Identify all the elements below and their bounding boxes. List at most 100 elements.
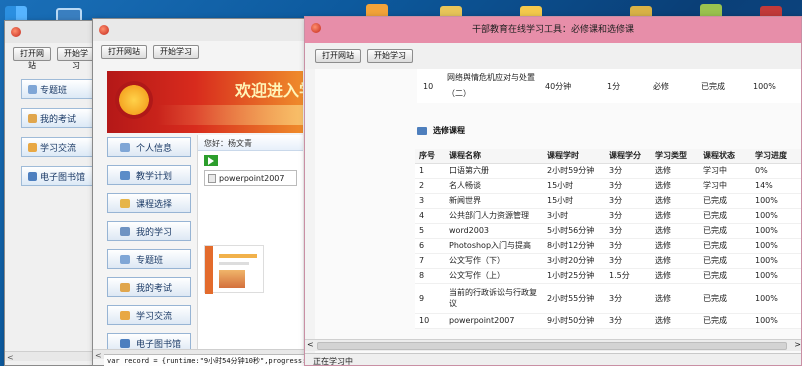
table-cell: 选修: [651, 313, 699, 329]
table-row[interactable]: 6 Photoshop入门与提高 8小时12分钟 3分 选修 已完成 100%: [415, 238, 801, 254]
start-learning-button[interactable]: 开始学习: [57, 47, 95, 70]
table-row[interactable]: 9 当前的行政诉讼与行政复议 2小时55分钟 3分 选修 已完成 100%: [415, 283, 801, 314]
left-gutter: [305, 69, 315, 353]
table-cell: 15小时: [543, 193, 605, 209]
table-cell: 1: [415, 163, 445, 179]
table-cell: 公文写作（下）: [445, 253, 543, 269]
table-cell: 学习中: [699, 163, 751, 179]
table-cell: 已完成: [699, 268, 751, 284]
table-cell: 3分: [605, 238, 651, 254]
table-cell: 选修: [651, 268, 699, 284]
menu-item-course-selection[interactable]: 课程选择: [107, 193, 191, 213]
table-cell: 9小时50分钟: [543, 313, 605, 329]
folder-icon: [120, 311, 130, 320]
library-icon: [120, 339, 130, 348]
table-row[interactable]: 1 口语第六册 2小时59分钟 3分 选修 学习中 0%: [415, 163, 801, 179]
course-type: 必修: [653, 81, 669, 91]
table-cell: word2003: [445, 223, 543, 239]
table-cell: 选修: [651, 208, 699, 224]
menu-item-personal-info[interactable]: 个人信息: [107, 137, 191, 157]
open-website-button[interactable]: 打开网站: [315, 49, 361, 63]
learning-tool-window-main[interactable]: 干部教育在线学习工具：必修课和选修课 打开网站 开始学习 10 网络舆情危机应对…: [304, 16, 802, 366]
current-course-item[interactable]: powerpoint2007: [204, 170, 297, 186]
table-cell: 选修: [651, 253, 699, 269]
table-row[interactable]: 10 powerpoint2007 9小时50分钟 3分 选修 已完成 100%: [415, 313, 801, 329]
menu-item-my-exams[interactable]: 我的考试: [107, 277, 191, 297]
menu-item-study-exchange[interactable]: 学习交流: [107, 305, 191, 325]
table-row[interactable]: 3 新闻世界 15小时 3分 选修 已完成 100%: [415, 193, 801, 209]
start-learning-button[interactable]: 开始学习: [153, 45, 199, 59]
table-row[interactable]: 5 word2003 5小时56分钟 3分 选修 已完成 100%: [415, 223, 801, 239]
table-row[interactable]: 4 公共部门人力资源管理 3小时 3分 选修 已完成 100%: [415, 208, 801, 224]
table-cell: 3分: [605, 163, 651, 179]
table-cell: 公共部门人力资源管理: [445, 208, 543, 224]
table-cell: 14%: [751, 178, 801, 194]
course-hours: 40分钟: [545, 81, 572, 91]
table-cell: 1.5分: [605, 268, 651, 284]
column-header: 学习进度: [751, 149, 801, 164]
table-cell: 100%: [751, 268, 801, 284]
table-row[interactable]: 2 名人畅谈 15小时 3分 选修 学习中 14%: [415, 178, 801, 194]
scroll-left-icon[interactable]: <: [7, 353, 14, 362]
start-learning-button[interactable]: 开始学习: [367, 49, 413, 63]
content-pane: 您好：杨文青 powerpoint2007: [197, 135, 303, 355]
section-title-text: 选修课程: [433, 126, 465, 135]
scroll-left-icon[interactable]: <: [95, 351, 102, 360]
horizontal-scrollbar[interactable]: <: [5, 351, 103, 362]
table-cell: 3: [415, 193, 445, 209]
arrow-right-icon[interactable]: [204, 155, 218, 166]
row-number: 10: [423, 81, 434, 91]
menu-item-my-learning[interactable]: 我的学习: [107, 221, 191, 241]
table-cell: 100%: [751, 208, 801, 224]
table-cell: 已完成: [699, 193, 751, 209]
column-header: 课程学时: [543, 149, 605, 164]
menu-item-label: 个人信息: [136, 143, 173, 154]
scrollbar-thumb[interactable]: [317, 342, 787, 350]
table-cell: 7: [415, 253, 445, 269]
menu-item-label: 我的考试: [136, 283, 173, 294]
table-cell: 100%: [751, 253, 801, 269]
id-card-icon: [120, 143, 130, 152]
open-website-button[interactable]: 打开网站: [13, 47, 51, 70]
menu-item-teaching-plan[interactable]: 教学计划: [107, 165, 191, 185]
title-bar[interactable]: [93, 19, 305, 41]
title-bar[interactable]: 干部教育在线学习工具：必修课和选修课: [305, 17, 801, 43]
learning-tool-window-middle[interactable]: 打开网站 开始学习 欢迎进入学 个人信息 教学计划 课程选择 我的学习 专题班 …: [92, 18, 306, 366]
open-website-button[interactable]: 打开网站: [101, 45, 147, 59]
graduation-icon: [120, 255, 130, 264]
book-icon: [120, 171, 130, 180]
horizontal-scrollbar[interactable]: < >: [305, 339, 801, 351]
table-cell: 学习中: [699, 178, 751, 194]
table-cell: 已完成: [699, 238, 751, 254]
toolbar: 打开网站 开始学习: [5, 43, 103, 70]
sidebar-item-label: 学习交流: [40, 143, 77, 154]
app-logo-icon: [99, 25, 109, 35]
table-cell: 当前的行政诉讼与行政复议: [445, 283, 543, 314]
table-cell: 已完成: [699, 208, 751, 224]
table-cell: 选修: [651, 193, 699, 209]
table-cell: 3分: [605, 313, 651, 329]
toolbar: 打开网站 开始学习: [305, 43, 801, 69]
table-cell: 100%: [751, 238, 801, 254]
menu-item-label: 专题班: [136, 255, 164, 266]
course-progress: 100%: [753, 81, 776, 91]
table-cell: 100%: [751, 193, 801, 209]
table-row[interactable]: 7 公文写作（下） 3小时20分钟 3分 选修 已完成 100%: [415, 253, 801, 269]
learning-tool-window-left[interactable]: 打开网站 开始学习 专题班 我的考试 学习交流 电子图书馆 <: [4, 20, 104, 366]
menu-item-special-class[interactable]: 专题班: [107, 249, 191, 269]
title-bar[interactable]: [5, 21, 103, 43]
table-cell: 新闻世界: [445, 193, 543, 209]
table-cell: 15小时: [543, 178, 605, 194]
table-cell: 已完成: [699, 313, 751, 329]
scroll-right-icon[interactable]: >: [794, 340, 801, 349]
table-row[interactable]: 8 公文写作（上） 1小时25分钟 1.5分 选修 已完成 100%: [415, 268, 801, 284]
table-cell: 6: [415, 238, 445, 254]
table-cell: 8小时12分钟: [543, 238, 605, 254]
required-course-row[interactable]: 10 网络舆情危机应对与处置（二） 40分钟 1分 必修 已完成 100%: [417, 69, 801, 103]
table-cell: 100%: [751, 313, 801, 329]
scroll-left-icon[interactable]: <: [307, 340, 314, 349]
table-cell: 选修: [651, 178, 699, 194]
table-cell: 5: [415, 223, 445, 239]
table-cell: 名人畅谈: [445, 178, 543, 194]
table-cell: 3分: [605, 208, 651, 224]
